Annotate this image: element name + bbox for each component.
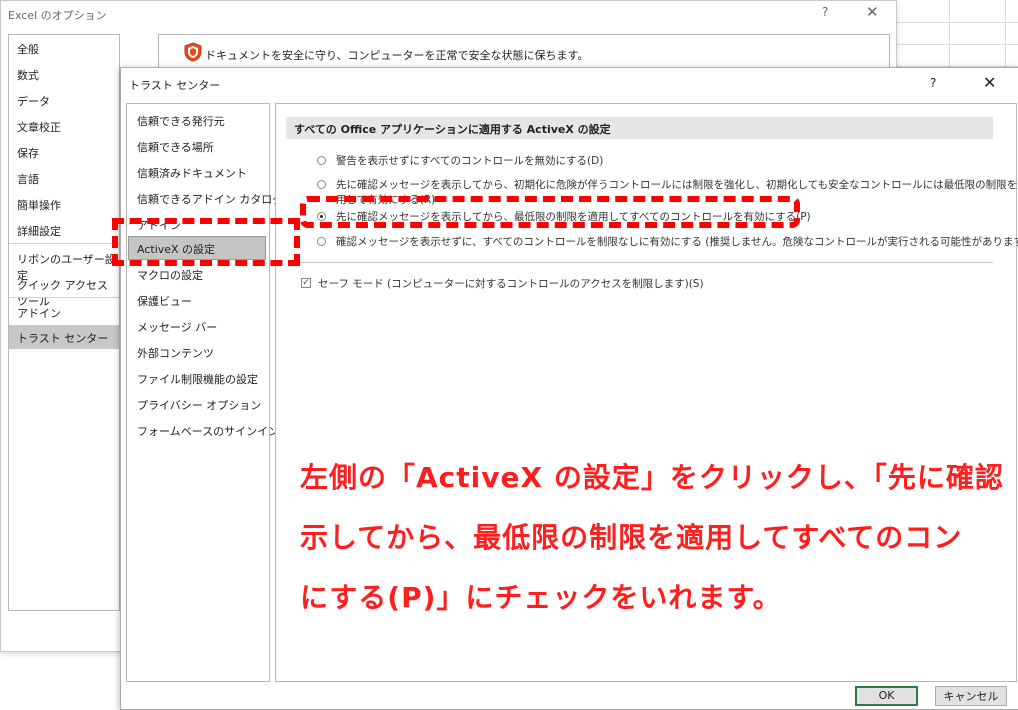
help-button[interactable]: ? xyxy=(822,5,828,19)
tc-nav-item-trusted-addin-catalogs[interactable]: 信頼できるアドイン カタログ xyxy=(137,191,283,207)
highlight-activex-nav xyxy=(112,218,300,266)
close-button[interactable]: ✕ xyxy=(983,73,996,92)
tc-nav-item-trusted-documents[interactable]: 信頼済みドキュメント xyxy=(137,165,247,181)
options-nav-item-proofing[interactable]: 文章校正 xyxy=(17,119,61,135)
options-nav-item-addins[interactable]: アドイン xyxy=(17,305,61,321)
options-dialog-title: Excel のオプション xyxy=(8,9,107,22)
tc-nav-item-trusted-locations[interactable]: 信頼できる場所 xyxy=(137,139,214,155)
trust-center-headline: ドキュメントを安全に守り、コンピューターを正常で安全な状態に保ちます。 xyxy=(205,49,589,62)
radio-prompt-restrictions[interactable] xyxy=(317,180,326,189)
annotation-line-3: にする(P)」にチェックをいれます。 xyxy=(300,581,782,614)
options-nav-item-accessibility[interactable]: 簡単操作 xyxy=(17,197,61,213)
radio-label-disable-all: 警告を表示せずにすべてのコントロールを無効にする(D) xyxy=(336,155,604,167)
options-nav-item-general[interactable]: 全般 xyxy=(17,41,39,57)
ok-button[interactable]: OK xyxy=(855,686,918,706)
tc-nav-item-privacy-options[interactable]: プライバシー オプション xyxy=(137,397,261,413)
trust-center-title: トラスト センター xyxy=(129,79,221,92)
options-nav: 全般 数式 データ 文章校正 保存 言語 簡単操作 詳細設定 リボンのユーザー設… xyxy=(8,34,120,611)
safe-mode-checkbox[interactable]: ✓ xyxy=(301,278,311,288)
radio-disable-all[interactable] xyxy=(317,156,326,165)
tc-nav-item-message-bar[interactable]: メッセージ バー xyxy=(137,319,217,335)
annotation-line-1: 左側の「ActiveX の設定」をクリックし、「先に確認 xyxy=(300,461,1004,494)
radio-label-enable-all: 確認メッセージを表示せずに、すべてのコントロールを制限なしに有効にする (推奨し… xyxy=(336,236,1018,248)
options-nav-item-advanced[interactable]: 詳細設定 xyxy=(17,223,61,239)
tc-nav-item-external-content[interactable]: 外部コンテンツ xyxy=(137,345,214,361)
options-nav-item-save[interactable]: 保存 xyxy=(17,145,39,161)
trust-center-nav: 信頼できる発行元 信頼できる場所 信頼済みドキュメント 信頼できるアドイン カタ… xyxy=(126,103,283,682)
tc-nav-item-form-based-signin[interactable]: フォームベースのサインイン xyxy=(137,423,279,439)
annotation-line-2: 示してから、最低限の制限を適用してすべてのコン xyxy=(300,521,963,554)
safe-mode-label: セーフ モード (コンピューターに対するコントロールのアクセスを制限します)(S… xyxy=(318,278,704,290)
highlight-minimal-option xyxy=(300,196,800,228)
options-nav-item-language[interactable]: 言語 xyxy=(17,171,39,187)
radio-label-prompt-restrictions: 先に確認メッセージを表示してから、初期化に危険が伴うコントロールには制限を強化し… xyxy=(336,179,1018,191)
nav-divider xyxy=(9,297,119,298)
grid-line xyxy=(893,22,1018,23)
section-header-text: すべての Office アプリケーションに適用する ActiveX の設定 xyxy=(294,123,611,136)
cancel-button[interactable]: キャンセル xyxy=(935,686,1007,706)
help-button[interactable]: ? xyxy=(930,76,936,90)
section-divider xyxy=(300,262,993,263)
options-nav-item-trust-center[interactable]: トラスト センター xyxy=(17,330,108,346)
options-nav-item-formulas[interactable]: 数式 xyxy=(17,67,39,83)
grid-line xyxy=(893,44,1018,45)
tc-nav-item-trusted-publishers[interactable]: 信頼できる発行元 xyxy=(137,113,225,129)
tc-nav-item-file-block-settings[interactable]: ファイル制限機能の設定 xyxy=(137,371,258,387)
options-nav-item-data[interactable]: データ xyxy=(17,93,50,109)
close-button[interactable]: ✕ xyxy=(866,3,879,21)
tc-nav-item-macro-settings[interactable]: マクロの設定 xyxy=(137,267,203,283)
tc-nav-item-protected-view[interactable]: 保護ビュー xyxy=(137,293,192,309)
shield-icon xyxy=(184,42,202,65)
radio-enable-all[interactable] xyxy=(317,237,326,246)
nav-divider xyxy=(9,243,119,244)
